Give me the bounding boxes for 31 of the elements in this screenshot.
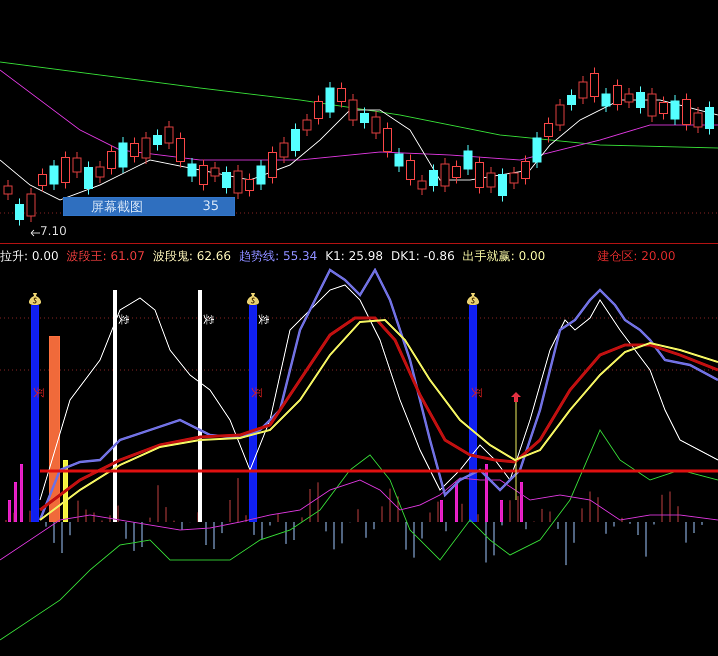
indicator-value: K1: 25.98	[325, 249, 384, 263]
money-bag-icon	[28, 292, 42, 306]
histogram-bar	[20, 464, 23, 522]
histogram-bar	[520, 482, 523, 522]
money-bag-icon	[246, 292, 260, 306]
signal-bar	[63, 460, 68, 522]
low-price-label: 7.10	[40, 224, 67, 238]
histogram-bar	[500, 500, 503, 522]
indicator-value: 波段鬼: 62.66	[152, 248, 232, 264]
indicator-value: 出手就赢: 0.00	[462, 248, 546, 264]
histogram-bar	[440, 500, 443, 522]
indicator-value: DK1: -0.86	[391, 249, 455, 263]
info-box-value: 35	[202, 199, 219, 214]
histogram-bar	[455, 482, 458, 522]
buy-signal: 买	[33, 387, 44, 398]
sell-signal: 卖	[258, 314, 269, 325]
sell-signal: 卖	[203, 314, 214, 325]
indicator-value: 波段王: 61.07	[66, 248, 145, 264]
buy-signal: 买	[471, 387, 482, 398]
histogram-bar	[8, 500, 11, 522]
arrow-icon	[30, 229, 40, 237]
indicator-value: 建仓区: 20.00	[597, 248, 676, 264]
info-box-label: 屏幕截图	[91, 198, 143, 216]
histogram-bar	[485, 464, 488, 522]
buy-signal: 买	[251, 387, 262, 398]
indicator-value: 趋势线: 55.34	[239, 248, 318, 264]
indicator-value: 拉升: 0.00	[0, 248, 59, 264]
sell-signal: 卖	[118, 314, 129, 325]
money-bag-icon	[466, 292, 480, 306]
up-arrow-icon	[511, 392, 521, 402]
histogram-bar	[14, 482, 17, 522]
